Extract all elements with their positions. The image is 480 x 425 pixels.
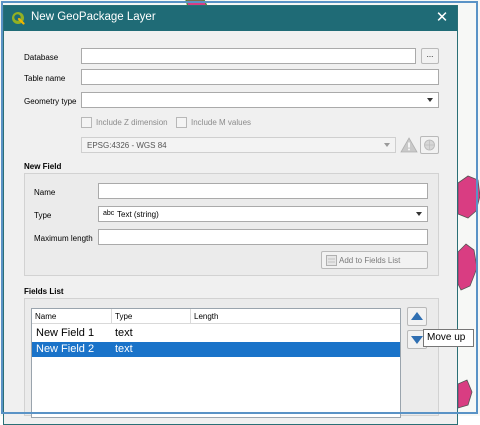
move-up-button[interactable] xyxy=(407,307,427,326)
field-type-cell: text xyxy=(115,327,133,339)
max-length-input[interactable] xyxy=(98,229,428,245)
field-type-value: Text (string) xyxy=(117,210,159,219)
crs-select[interactable]: EPSG:4326 - WGS 84 xyxy=(81,137,396,153)
field-name-label: Name xyxy=(34,188,56,197)
database-label: Database xyxy=(24,53,59,62)
map-polygon-right xyxy=(457,175,480,219)
warning-triangle-icon xyxy=(400,137,418,153)
include-m-checkbox[interactable] xyxy=(176,117,187,128)
window-title: New GeoPackage Layer xyxy=(31,11,156,23)
chevron-down-icon xyxy=(416,212,422,216)
move-up-arrow-icon xyxy=(411,312,423,320)
move-up-tooltip: Move up xyxy=(423,329,474,347)
geometry-type-select[interactable] xyxy=(81,92,439,108)
column-header-length[interactable]: Length xyxy=(191,309,400,324)
map-polygon-bottom-right xyxy=(457,379,473,409)
chevron-down-icon xyxy=(427,98,433,102)
field-type-label: Type xyxy=(34,211,52,220)
select-crs-button[interactable] xyxy=(420,136,439,154)
include-m-label: Include M values xyxy=(191,118,252,127)
title-bar[interactable]: New GeoPackage Layer ✕ xyxy=(4,6,457,31)
include-z-label: Include Z dimension xyxy=(96,118,168,127)
add-to-fields-list-button[interactable]: Add to Fields List xyxy=(321,251,428,269)
table-name-input[interactable] xyxy=(81,69,439,85)
field-name-input[interactable] xyxy=(98,183,428,199)
new-field-section-title: New Field xyxy=(24,162,62,171)
table-name-label: Table name xyxy=(24,74,66,83)
chevron-down-icon xyxy=(384,143,390,147)
column-header-name[interactable]: Name xyxy=(32,309,112,324)
table-row-selected[interactable]: New Field 2 text xyxy=(32,342,400,357)
geometry-type-label: Geometry type xyxy=(24,97,77,106)
field-type-select[interactable]: abc Text (string) xyxy=(98,206,428,222)
max-length-label: Maximum length xyxy=(34,234,93,243)
table-row[interactable]: New Field 1 text xyxy=(32,326,400,341)
field-type-cell: text xyxy=(115,343,133,355)
qgis-logo-icon xyxy=(12,12,25,25)
browse-database-button[interactable]: ... xyxy=(421,48,439,64)
include-z-checkbox[interactable] xyxy=(81,117,92,128)
text-type-icon: abc xyxy=(103,210,115,217)
field-name-cell: New Field 1 xyxy=(36,327,95,339)
column-header-type[interactable]: Type xyxy=(112,309,191,324)
close-button[interactable]: ✕ xyxy=(433,9,451,27)
fields-list-section-title: Fields List xyxy=(24,287,64,296)
map-polygon-right-lower xyxy=(457,243,478,291)
globe-icon xyxy=(424,139,435,151)
fields-list-table[interactable]: Name Type Length New Field 1 text New Fi… xyxy=(31,308,401,418)
add-field-icon xyxy=(326,255,337,266)
field-name-cell: New Field 2 xyxy=(36,343,95,355)
database-input[interactable] xyxy=(81,48,416,64)
